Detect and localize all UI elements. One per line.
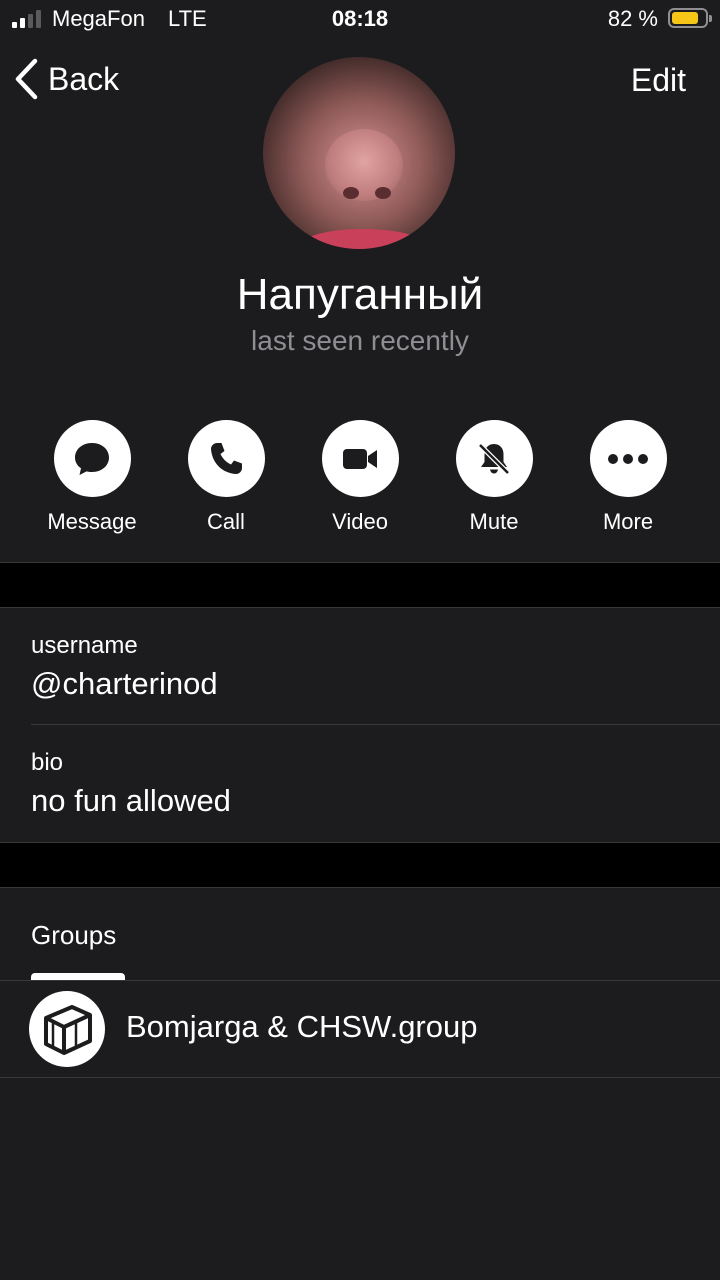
username-value[interactable]: @charterinod [31,666,218,702]
back-label: Back [48,60,120,97]
bio-row: bio no fun allowed [0,725,720,842]
video-button[interactable]: Video [294,420,426,535]
bell-slash-icon [478,442,510,475]
username-row[interactable]: username @charterinod [0,608,720,725]
mute-label: Mute [469,509,519,534]
bio-value: no fun allowed [31,783,231,818]
group-avatar [29,991,105,1067]
profile-avatar[interactable] [263,57,455,249]
video-camera-icon [343,448,377,469]
divider [0,1077,720,1078]
chevron-left-icon [15,58,38,100]
action-buttons-row: Message Call Video Mute More [26,420,694,535]
section-spacer [0,563,720,607]
ellipsis-icon [608,453,648,464]
cube-icon [44,1005,92,1055]
divider [0,887,720,888]
group-list-item[interactable]: Bomjarga & CHSW.group [0,981,720,1077]
edit-button[interactable]: Edit [631,62,686,99]
status-bar: MegaFon LTE 08:18 82 % [0,0,720,40]
video-label: Video [332,509,388,534]
tab-groups[interactable]: Groups [31,920,116,951]
battery-icon [668,8,712,28]
message-bubble-icon [75,442,109,475]
last-seen-status: last seen recently [251,325,469,356]
call-button[interactable]: Call [160,420,292,535]
more-label: More [602,509,654,534]
message-label: Message [47,509,137,534]
call-label: Call [207,509,245,534]
group-name: Bomjarga & CHSW.group [126,1009,478,1044]
message-button[interactable]: Message [26,420,158,535]
battery-percent: 82 % [607,6,658,31]
section-spacer [0,843,720,887]
profile-name: Напуганный [236,270,484,319]
username-label: username [31,632,138,659]
bio-label: bio [31,749,64,776]
more-button[interactable]: More [562,420,694,535]
phone-icon [211,442,242,474]
back-button[interactable]: Back [14,58,119,100]
battery-fill [672,12,699,24]
mute-button[interactable]: Mute [428,420,560,535]
